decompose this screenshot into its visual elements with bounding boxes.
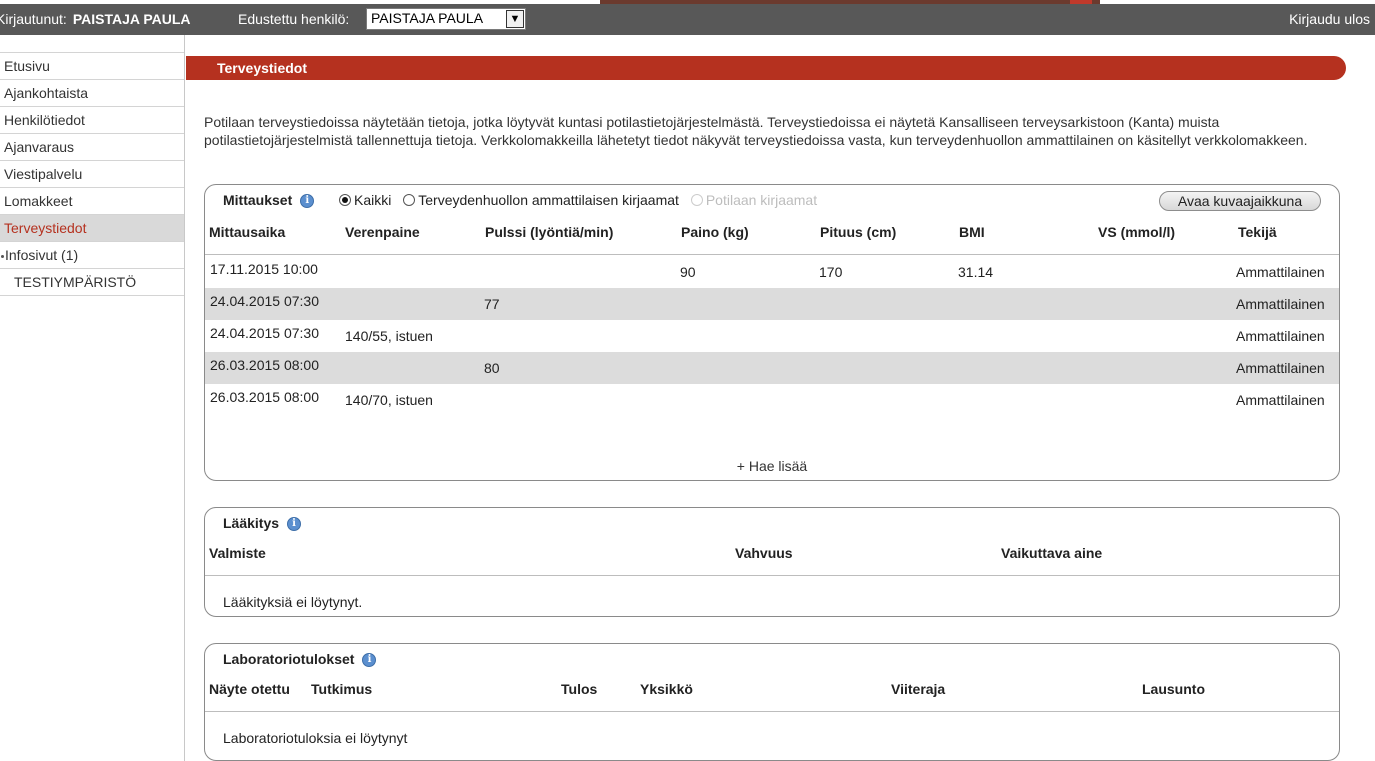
column-header[interactable]: Viiteraja xyxy=(891,681,945,697)
cell-time: 24.04.2015 07:30 xyxy=(210,293,319,309)
table-row: 24.04.2015 07:30 77 Ammattilainen xyxy=(205,288,1339,320)
radio-all-label[interactable]: Kaikki xyxy=(354,192,391,208)
measurements-title: Mittaukset xyxy=(223,192,293,208)
radio-patient xyxy=(690,194,703,206)
table-row: 17.11.2015 10:00 90 170 31.14 Ammattilai… xyxy=(205,256,1339,288)
column-header[interactable]: Näyte otettu xyxy=(209,681,290,697)
represented-person-label: Edustettu henkilö: xyxy=(238,11,350,27)
sidebar-item-testiymparisto[interactable]: TESTIYMPÄRISTÖ xyxy=(0,269,184,296)
info-icon[interactable]: i xyxy=(362,653,377,668)
cell-time: 26.03.2015 08:00 xyxy=(210,357,319,373)
column-header[interactable]: Vaikuttava aine xyxy=(1001,545,1102,561)
lab-empty-message: Laboratoriotuloksia ei löytynyt xyxy=(223,730,408,746)
top-bar: Kirjautunut: PAISTAJA PAULA Edustettu hen… xyxy=(0,4,1375,35)
bullet-icon xyxy=(1,254,4,258)
measurements-title-wrap: Mittaukset i xyxy=(223,192,315,209)
cell-time: 26.03.2015 08:00 xyxy=(210,389,319,405)
info-icon[interactable]: i xyxy=(287,517,302,532)
cell-time: 17.11.2015 10:00 xyxy=(210,261,318,277)
medication-empty-message: Lääkityksiä ei löytynyt. xyxy=(223,594,363,610)
sidebar-item-etusivu[interactable]: Etusivu xyxy=(0,53,184,80)
lab-results-panel: Laboratoriotulokset i Näyte otettu Tutkim… xyxy=(204,643,1340,761)
column-header[interactable]: Vahvuus xyxy=(735,545,793,561)
load-more-link[interactable]: + Hae lisää xyxy=(205,458,1339,474)
logged-in-label: Kirjautunut: xyxy=(0,11,67,27)
page-title: Terveystiedot xyxy=(186,56,1346,80)
table-row: 26.03.2015 08:00 140/70, istuen Ammattil… xyxy=(205,384,1339,416)
sidebar-item-ajanvaraus[interactable]: Ajanvaraus xyxy=(0,134,184,161)
measurements-table-header: Mittausaika Verenpaine Pulssi (lyöntiä/m… xyxy=(205,221,1339,255)
sidebar-item-lomakkeet[interactable]: Lomakkeet xyxy=(0,188,184,215)
cell-author: Ammattilainen xyxy=(1236,328,1325,344)
sidebar-item-terveystiedot[interactable]: Terveystiedot xyxy=(0,215,184,242)
cell-bmi: 31.14 xyxy=(958,264,994,280)
info-icon[interactable]: i xyxy=(300,194,315,209)
cell-pulse: 80 xyxy=(484,360,500,376)
represented-person-select[interactable]: PAISTAJA PAULA ▼ xyxy=(366,8,526,30)
logged-in-user: PAISTAJA PAULA xyxy=(72,11,191,27)
column-header[interactable]: VS (mmol/l) xyxy=(1098,224,1175,240)
radio-all[interactable] xyxy=(339,194,351,206)
column-header[interactable]: Paino (kg) xyxy=(681,224,749,240)
column-header[interactable]: Mittausaika xyxy=(209,224,285,240)
medication-table-header: Valmiste Vahvuus Vaikuttava aine xyxy=(205,542,1339,576)
cell-author: Ammattilainen xyxy=(1236,360,1325,376)
cell-bp: 140/70, istuen xyxy=(345,392,433,408)
chevron-down-icon[interactable]: ▼ xyxy=(506,10,524,28)
cell-bp: 140/55, istuen xyxy=(345,328,433,344)
sidebar-item-henkilotiedot[interactable]: Henkilötiedot xyxy=(0,107,184,134)
logout-link[interactable]: Kirjaudu ulos xyxy=(1289,11,1370,27)
column-header[interactable]: BMI xyxy=(959,224,985,240)
cell-pulse: 77 xyxy=(484,296,500,312)
column-header[interactable]: Verenpaine xyxy=(345,224,420,240)
column-header[interactable]: Tutkimus xyxy=(311,681,372,697)
main-content: Terveystiedot Potilaan terveystiedoissa … xyxy=(186,35,1375,761)
cell-time: 24.04.2015 07:30 xyxy=(210,325,319,341)
open-graph-button[interactable]: Avaa kuvaajaikkuna xyxy=(1159,191,1321,211)
sidebar-item-viestipalvelu[interactable]: Viestipalvelu xyxy=(0,161,184,188)
sidebar-nav: Etusivu Ajankohtaista Henkilötiedot Ajan… xyxy=(0,35,185,761)
intro-text: Potilaan terveystiedoissa näytetään tiet… xyxy=(204,114,1308,148)
sidebar-item-label: Infosivut (1) xyxy=(5,247,79,263)
lab-title: Laboratoriotulokset xyxy=(223,651,355,667)
sidebar-item-ajankohtaista[interactable]: Ajankohtaista xyxy=(0,80,184,107)
table-row: 26.03.2015 08:00 80 Ammattilainen xyxy=(205,352,1339,384)
lab-table-header: Näyte otettu Tutkimus Tulos Yksikkö Viit… xyxy=(205,678,1339,712)
cell-height: 170 xyxy=(819,264,843,280)
measurements-panel: Mittaukset i Kaikki Terveydenhuollon amma… xyxy=(204,184,1340,481)
cell-weight: 90 xyxy=(680,264,696,280)
medication-panel: Lääkitys i Valmiste Vahvuus Vaikuttava ai… xyxy=(204,507,1340,617)
column-header[interactable]: Tulos xyxy=(561,681,597,697)
medication-title: Lääkitys xyxy=(223,515,280,531)
column-header[interactable]: Valmiste xyxy=(209,545,266,561)
radio-professional[interactable] xyxy=(403,194,416,206)
cell-author: Ammattilainen xyxy=(1236,264,1325,280)
cell-author: Ammattilainen xyxy=(1236,296,1325,312)
column-header[interactable]: Pituus (cm) xyxy=(820,224,896,240)
cell-author: Ammattilainen xyxy=(1236,392,1325,408)
radio-professional-label[interactable]: Terveydenhuollon ammattilaisen kirjaamat xyxy=(418,192,679,208)
column-header[interactable]: Pulssi (lyöntiä/min) xyxy=(485,224,613,240)
measurement-filter: Kaikki Terveydenhuollon ammattilaisen ki… xyxy=(339,192,825,208)
logged-in-info: Kirjautunut: PAISTAJA PAULA xyxy=(0,11,191,27)
radio-patient-label: Potilaan kirjaamat xyxy=(705,192,818,208)
column-header[interactable]: Yksikkö xyxy=(640,681,693,697)
column-header[interactable]: Tekijä xyxy=(1238,224,1277,240)
lab-title-wrap: Laboratoriotulokset i xyxy=(223,651,377,668)
column-header[interactable]: Lausunto xyxy=(1142,681,1205,697)
medication-title-wrap: Lääkitys i xyxy=(223,515,302,532)
table-row: 24.04.2015 07:30 140/55, istuen Ammattil… xyxy=(205,320,1339,352)
represented-person-value: PAISTAJA PAULA xyxy=(371,10,484,26)
sidebar-item-infosivut[interactable]: Infosivut (1) xyxy=(0,242,184,269)
